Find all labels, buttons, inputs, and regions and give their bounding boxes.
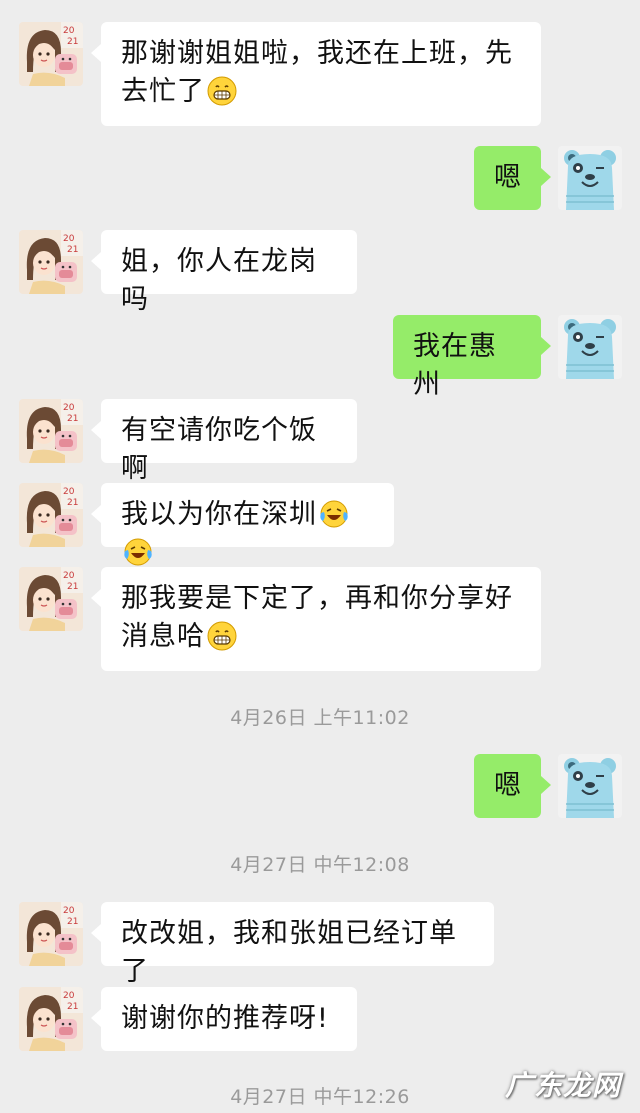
girl-cartoon-avatar-icon [19,399,83,463]
message-text: 嗯 [494,162,522,193]
self-avatar[interactable] [558,146,622,210]
message-bubble-incoming[interactable]: 改改姐，我和张姐已经订单了 [91,902,494,987]
message-text: 我以为你在深圳 [121,499,317,530]
message-bubble-incoming[interactable]: 有空请你吃个饭啊 [91,399,357,484]
message-bubble-incoming[interactable]: 姐，你人在龙岗吗 [91,230,357,315]
message-bubble-incoming[interactable]: 那谢谢姐姐啦，我还在上班，先去忙了 [91,22,541,126]
message-text: 有空请你吃个饭啊 [121,415,317,484]
message-text: 我在惠州 [413,331,497,400]
contact-avatar[interactable] [19,399,83,463]
message-text: 改改姐，我和张姐已经订单了 [121,918,457,987]
message-bubble-outgoing[interactable]: 我在惠州 [393,315,551,400]
message-text: 谢谢你的推荐呀! [121,1003,329,1034]
blue-bear-avatar-icon [558,754,622,818]
message-bubble-incoming[interactable]: 那我要是下定了，再和你分享好消息哈 [91,567,541,671]
message-bubble-incoming[interactable]: 谢谢你的推荐呀! [91,987,357,1051]
blue-bear-avatar-icon [558,146,622,210]
message-bubble-incoming[interactable]: 我以为你在深圳 [91,483,394,547]
girl-cartoon-avatar-icon [19,902,83,966]
contact-avatar[interactable] [19,483,83,547]
blue-bear-avatar-icon [558,315,622,379]
message-bubble-outgoing[interactable]: 嗯 [474,146,551,210]
girl-cartoon-avatar-icon [19,230,83,294]
contact-avatar[interactable] [19,987,83,1051]
self-avatar[interactable] [558,754,622,818]
message-text: 姐，你人在龙岗吗 [121,246,317,315]
contact-avatar[interactable] [19,22,83,86]
message-text: 嗯 [494,770,522,801]
contact-avatar[interactable] [19,230,83,294]
message-text: 那谢谢姐姐啦，我还在上班，先去忙了 [121,38,513,107]
girl-cartoon-avatar-icon [19,483,83,547]
grin-emoji-icon [207,76,237,106]
girl-cartoon-avatar-icon [19,987,83,1051]
timestamp: 4月26日 上午11:02 [230,707,410,729]
laugh-cry-emoji-icon [319,499,349,529]
grin-emoji-icon [207,621,237,651]
message-bubble-outgoing[interactable]: 嗯 [474,754,551,818]
timestamp: 4月27日 中午12:08 [230,854,410,876]
self-avatar[interactable] [558,315,622,379]
girl-cartoon-avatar-icon [19,567,83,631]
site-watermark: 广东龙网 [505,1069,622,1102]
girl-cartoon-avatar-icon [19,22,83,86]
contact-avatar[interactable] [19,902,83,966]
message-text: 那我要是下定了，再和你分享好消息哈 [121,583,513,652]
laugh-cry-emoji-icon [123,537,153,567]
contact-avatar[interactable] [19,567,83,631]
chat-view: 那谢谢姐姐啦，我还在上班，先去忙了 嗯 姐，你人在龙岗吗 我在惠州 有空请你吃个… [0,0,640,1113]
